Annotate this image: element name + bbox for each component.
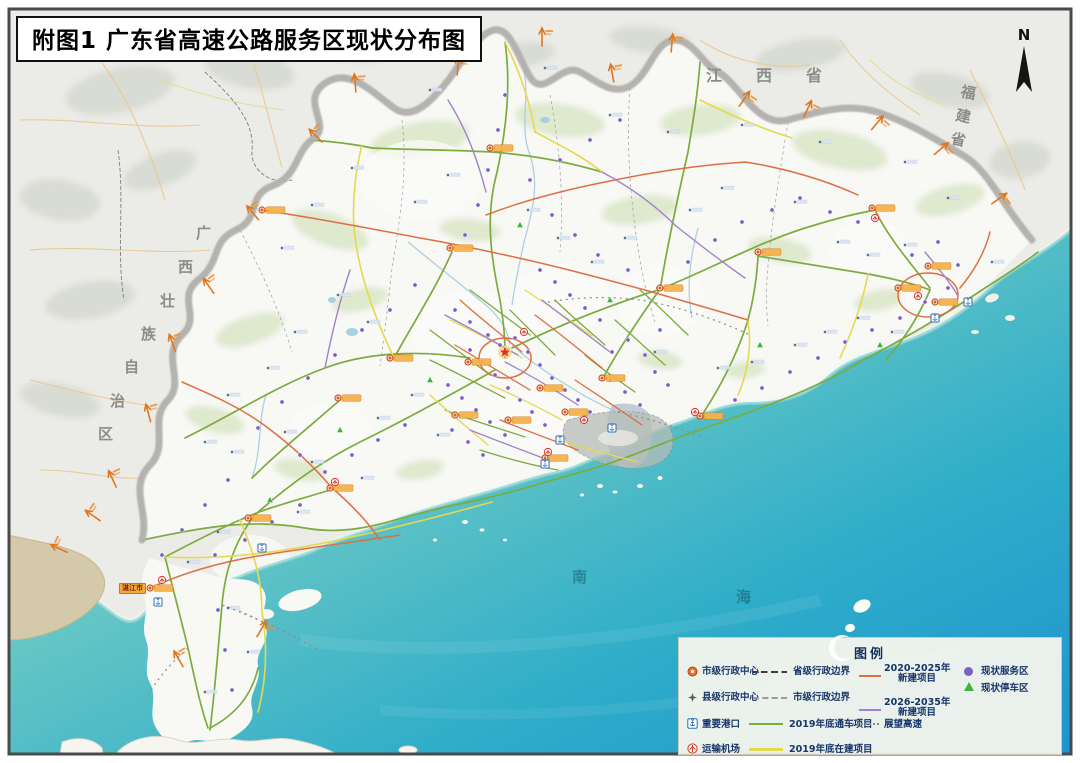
label-guangxi-char: 自 [124,356,139,377]
legend-item-opened-2019: 2019年底通车项目 [789,720,872,730]
parking-area-icon [964,682,974,691]
under-construction-2019-swatch [749,748,783,751]
map-title: 附图1 广东省高速公路服务区现状分布图 [32,28,466,54]
label-guangxi-char: 壮 [160,290,175,311]
legend-item-parking-area: 现状停车区 [981,684,1029,694]
county-center-icon [688,693,697,702]
service-area-icon [964,667,973,676]
label-guangxi-char: 西 [178,256,193,277]
port-icon [687,718,698,729]
legend-line: 新建项目 [884,708,950,718]
label-zhanjiang-city: 湛江市 [119,583,146,594]
north-arrow-icon [1006,42,1042,94]
new-2020-2025-swatch [859,675,881,677]
label-guangxi-char: 族 [141,323,156,344]
legend-title: 图例 [679,643,1061,662]
legend-line: 新建项目 [884,674,950,684]
label-guangxi-char: 区 [98,423,113,444]
legend-item-under-construction-2019: 2019年底在建项目 [789,745,872,755]
prospective-swatch [852,723,879,725]
label-guangxi-char: 治 [110,390,125,411]
label-south-china-sea-char: 海 [736,586,751,607]
municipal-boundary-swatch [753,697,787,699]
label-south-china-sea-char: 南 [572,566,587,587]
map-title-box: 附图1 广东省高速公路服务区现状分布图 [16,16,482,62]
opened-2019-swatch [749,723,783,725]
provincial-boundary-swatch [753,671,787,673]
airport-icon [687,743,698,754]
new-2026-2035-swatch [859,709,881,711]
island [258,609,274,619]
north-arrow: N [1004,28,1044,98]
map-page: 附图1 广东省高速公路服务区现状分布图 N 江西省 福建省 广 西 壮 族 自 … [0,0,1080,763]
legend-item-new-2026-2035: 2026-2035年 新建项目 [884,698,950,718]
legend-item-prospective: 展望高速 [884,720,922,730]
label-jiangxi-province: 江西省 [706,62,856,86]
legend: 图例 市级行政中心 县级行政中心 重要港口 运输机场 省级行政边界 市级行政边界… [678,637,1062,755]
legend-item-new-2020-2025: 2020-2025年 新建项目 [884,664,950,684]
legend-item-airport: 运输机场 [702,745,740,755]
legend-item-county-center: 县级行政中心 [702,693,759,703]
legend-item-service-area: 现状服务区 [981,667,1029,677]
legend-item-provincial-boundary: 省级行政边界 [793,667,850,677]
legend-item-city-center: 市级行政中心 [702,667,759,677]
label-guangxi-char: 广 [196,222,211,243]
legend-item-port: 重要港口 [702,720,740,730]
north-label: N [1004,28,1044,42]
city-center-icon [687,666,698,677]
legend-item-municipal-boundary: 市级行政边界 [793,693,850,703]
